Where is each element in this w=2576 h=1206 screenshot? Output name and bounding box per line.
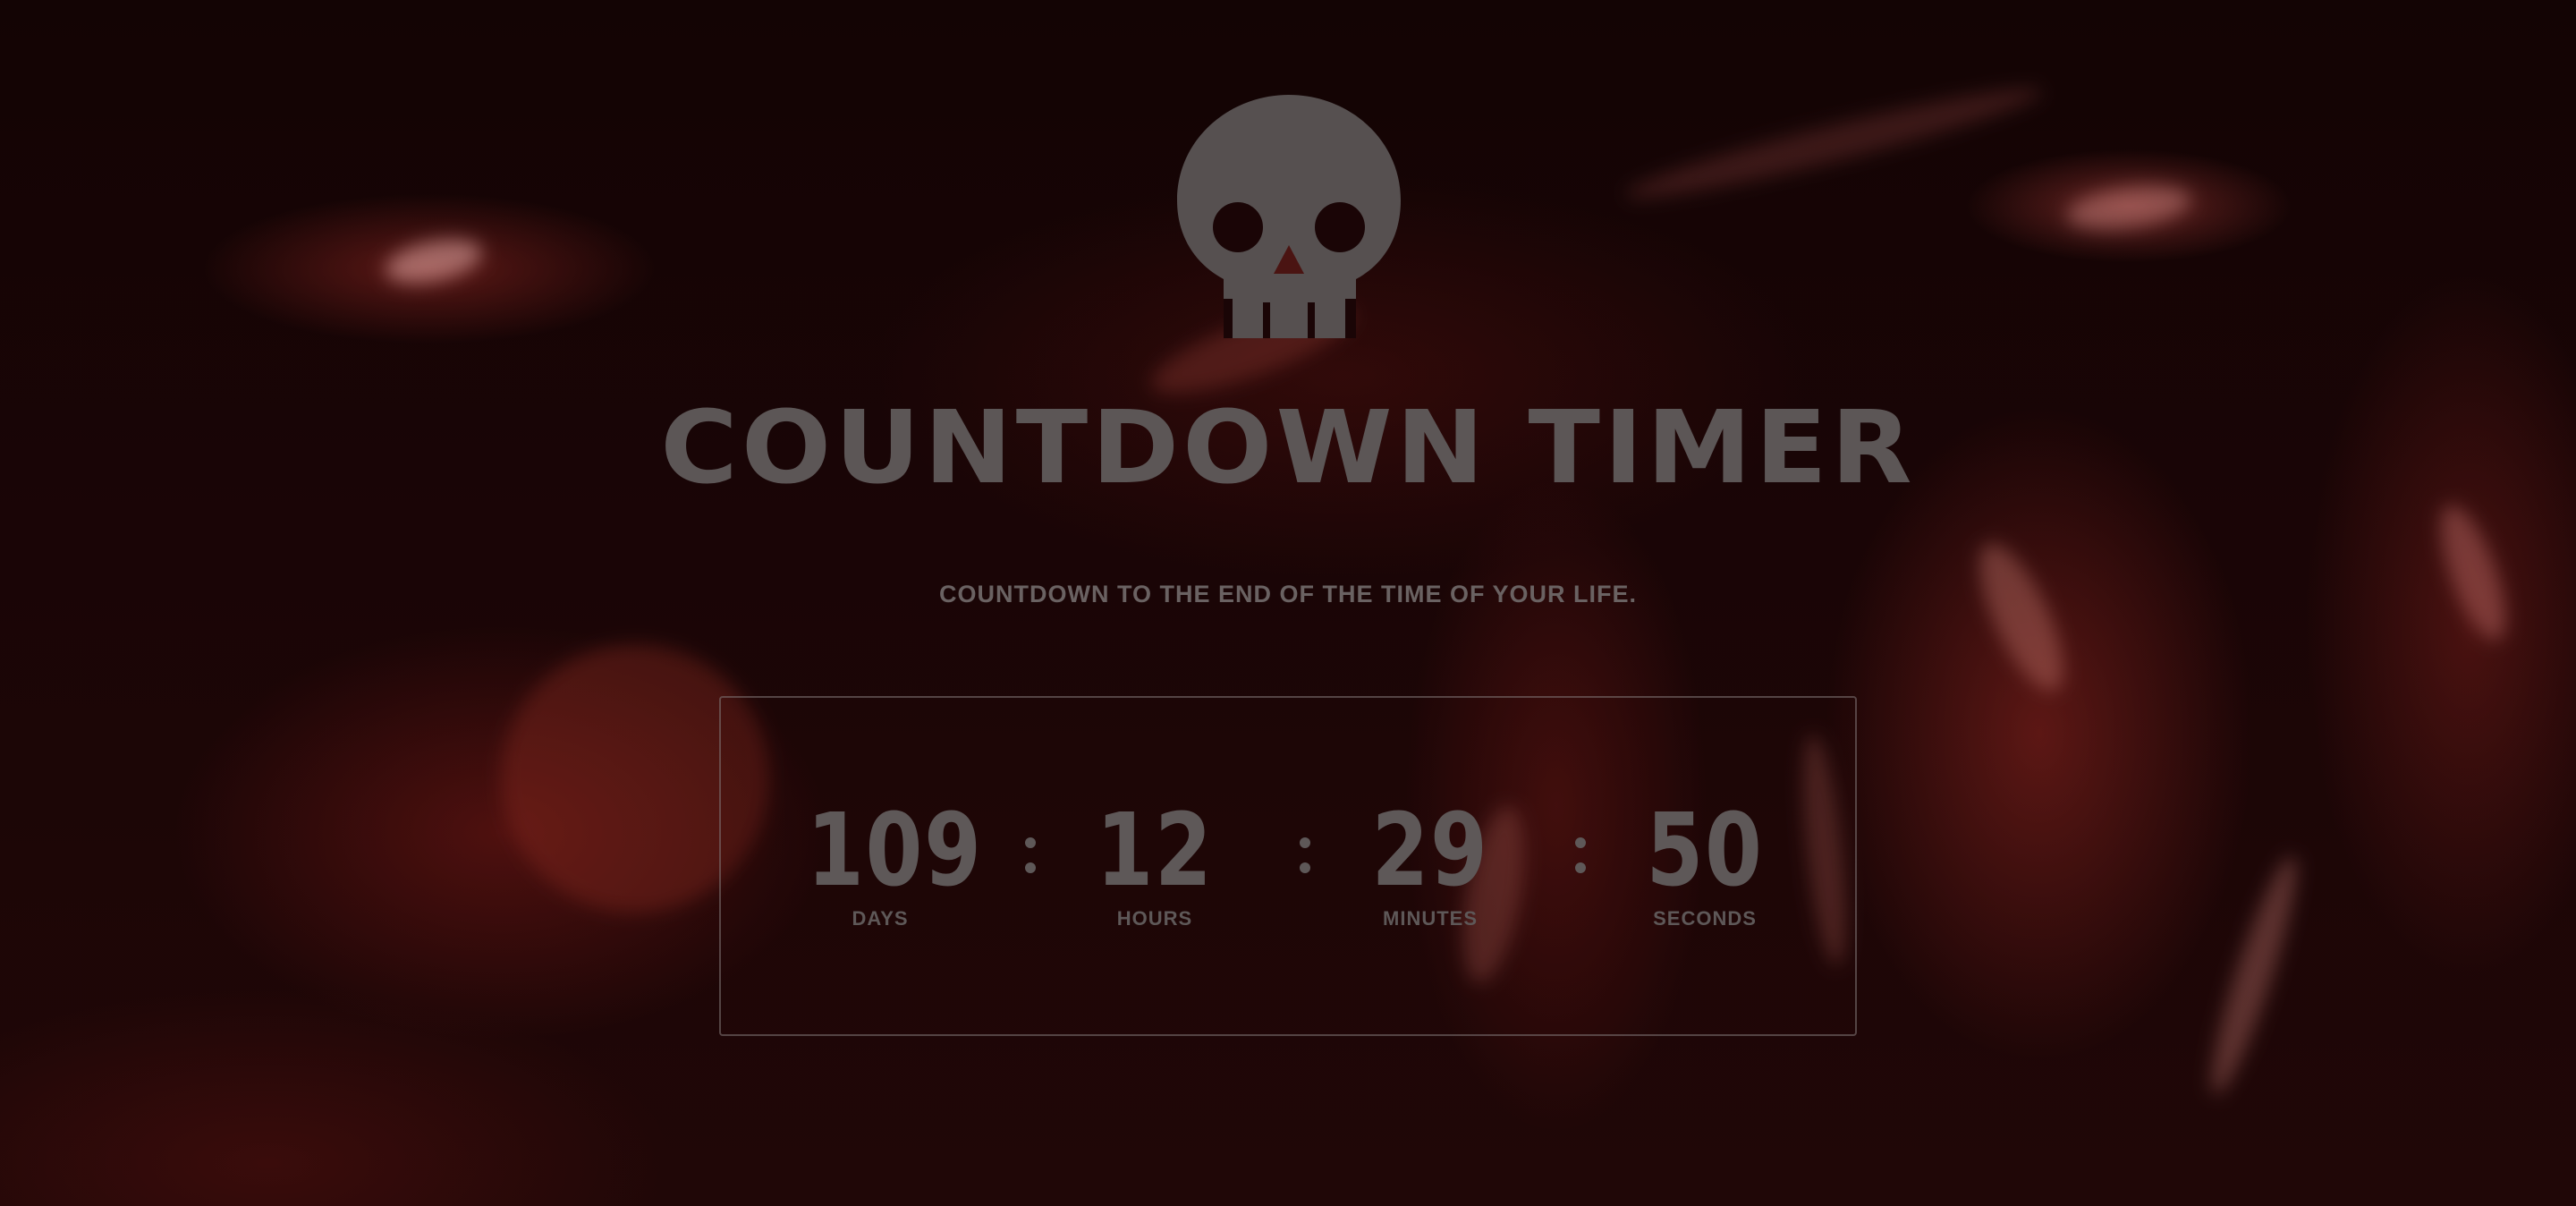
seconds-value: 50 xyxy=(1646,793,1764,909)
hours-value: 12 xyxy=(1096,793,1214,909)
timer-seconds: 50 SECONDS xyxy=(1615,796,1794,932)
days-value: 109 xyxy=(807,793,983,909)
timer-hours: 12 HOURS xyxy=(1065,796,1244,932)
separator-colon xyxy=(1287,816,1323,888)
page-background: COUNTDOWN TIMER COUNTDOWN TO THE END OF … xyxy=(0,0,2576,1206)
page-subtitle: COUNTDOWN TO THE END OF THE TIME OF YOUR… xyxy=(939,581,1637,607)
timer-days: 109 DAYS xyxy=(791,793,983,932)
separator-colon xyxy=(1013,816,1048,888)
skull-icon xyxy=(1177,95,1401,338)
timer-minutes: 29 MINUTES xyxy=(1341,796,1520,932)
main-content: COUNTDOWN TIMER COUNTDOWN TO THE END OF … xyxy=(0,0,2576,1206)
separator-colon xyxy=(1563,816,1598,888)
minutes-value: 29 xyxy=(1371,793,1489,909)
countdown-panel: 109 DAYS 12 HOURS 29 MINUTES 50 SECONDS xyxy=(719,696,1857,1036)
page-title: COUNTDOWN TIMER xyxy=(660,388,1916,506)
minutes-label: MINUTES xyxy=(1383,907,1478,930)
days-label: DAYS xyxy=(852,907,909,930)
hours-label: HOURS xyxy=(1116,907,1193,930)
seconds-label: SECONDS xyxy=(1653,907,1757,930)
